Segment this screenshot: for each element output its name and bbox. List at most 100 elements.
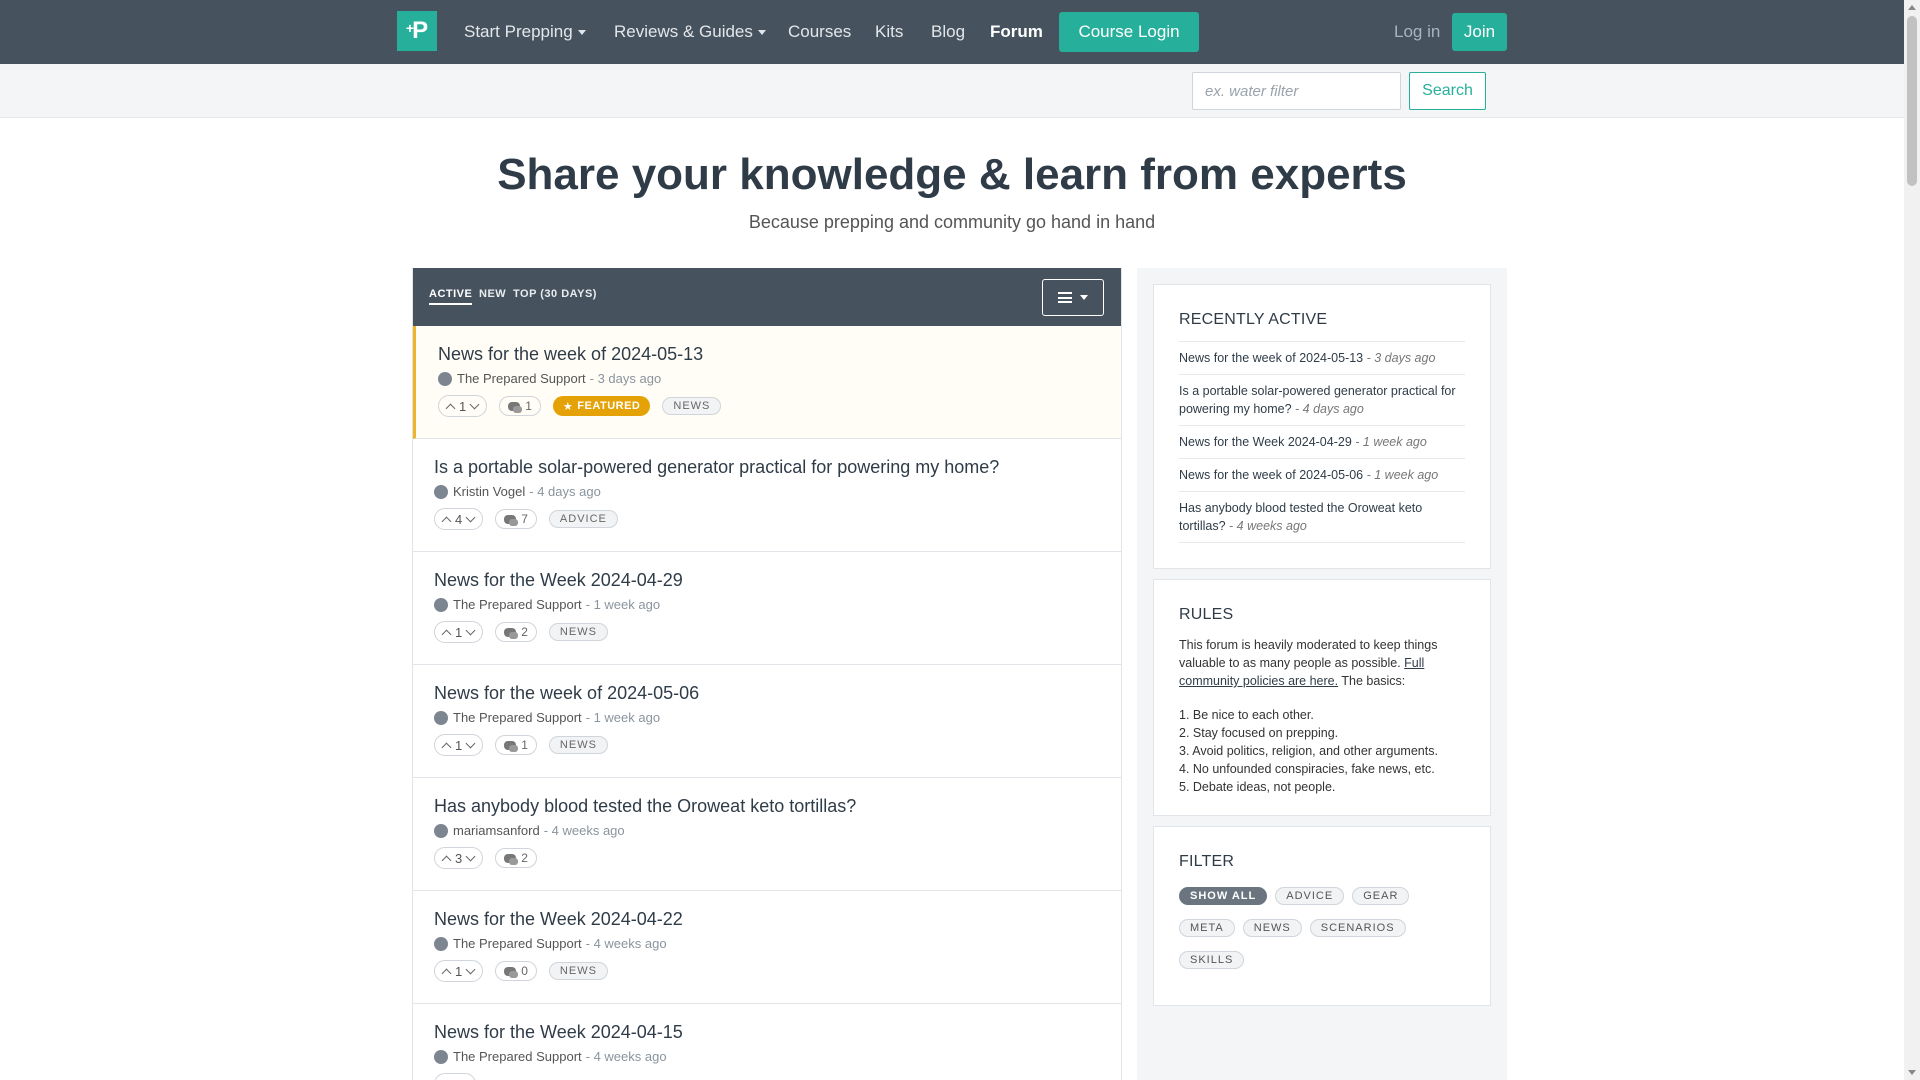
downvote-icon[interactable] <box>465 625 476 635</box>
course-login-button[interactable]: Course Login <box>1059 12 1199 52</box>
list-item[interactable]: News for the Week 2024-04-29 The Prepare… <box>413 552 1121 665</box>
post-tag[interactable]: NEWS <box>548 623 608 641</box>
post-title[interactable]: News for the Week 2024-04-29 <box>434 570 1111 591</box>
downvote-icon[interactable] <box>469 399 480 409</box>
nav-reviews-guides[interactable]: Reviews & Guides <box>614 0 766 64</box>
scroll-up-icon[interactable] <box>1908 5 1916 10</box>
tab-active[interactable]: ACTIVE <box>429 288 473 305</box>
post-author[interactable]: The Prepared Support <box>457 371 586 386</box>
list-item[interactable]: News for the Week 2024-04-15 The Prepare… <box>413 1004 1121 1080</box>
post-title[interactable]: News for the Week 2024-04-22 <box>434 909 1111 930</box>
featured-badge: ★ FEATURED <box>552 396 651 416</box>
vote-count: 4 <box>455 511 463 527</box>
avatar <box>434 823 448 838</box>
nav-courses[interactable]: Courses <box>788 0 851 64</box>
scroll-thumb[interactable] <box>1907 16 1917 186</box>
filter-title: FILTER <box>1179 853 1235 870</box>
rules-intro: This forum is heavily moderated to keep … <box>1179 638 1438 688</box>
downvote-icon[interactable] <box>465 738 476 748</box>
upvote-icon[interactable] <box>445 403 456 413</box>
downvote-icon[interactable] <box>465 964 476 974</box>
recent-item[interactable]: Is a portable solar-powered generator pr… <box>1179 374 1465 425</box>
site-logo[interactable]: + P <box>397 11 437 51</box>
search-button[interactable]: Search <box>1409 72 1486 110</box>
post-time: - 4 weeks ago <box>585 936 667 951</box>
post-title[interactable]: News for the Week 2024-04-15 <box>434 1022 1111 1043</box>
filter-show-all[interactable]: SHOW ALL <box>1179 887 1268 905</box>
rule-item: 4. No unfounded conspiracies, fake news,… <box>1179 762 1435 776</box>
tab-new[interactable]: NEW <box>479 288 506 300</box>
recent-item[interactable]: Has anybody blood tested the Oroweat ket… <box>1179 491 1465 543</box>
nav-forum[interactable]: Forum <box>990 0 1043 64</box>
filter-scenarios[interactable]: SCENARIOS <box>1309 919 1406 937</box>
vote-count: 1 <box>455 963 463 979</box>
upvote-icon[interactable] <box>441 742 452 752</box>
feed-header: ACTIVE NEW TOP (30 DAYS) <box>413 268 1121 326</box>
vote-control: 1 <box>434 734 484 756</box>
filter-skills[interactable]: SKILLS <box>1179 951 1245 969</box>
list-item[interactable]: Has anybody blood tested the Oroweat ket… <box>413 778 1121 891</box>
nav-start-prepping[interactable]: Start Prepping <box>464 0 586 64</box>
post-title[interactable]: Is a portable solar-powered generator pr… <box>434 457 1111 478</box>
upvote-icon[interactable] <box>441 855 452 865</box>
recent-item[interactable]: News for the week of 2024-05-13 - 3 days… <box>1179 341 1465 374</box>
post-author[interactable]: Kristin Vogel <box>453 484 525 499</box>
list-item[interactable]: News for the week of 2024-05-13 The Prep… <box>413 326 1121 439</box>
comments-icon <box>504 627 519 639</box>
page-scrollbar[interactable] <box>1904 0 1920 1080</box>
filter-news[interactable]: NEWS <box>1242 919 1302 937</box>
scroll-down-icon[interactable] <box>1908 1070 1916 1075</box>
post-tag[interactable]: NEWS <box>662 397 722 415</box>
post-title[interactable]: Has anybody blood tested the Oroweat ket… <box>434 796 1111 817</box>
vote-control <box>434 1073 476 1080</box>
post-tag[interactable]: NEWS <box>548 736 608 754</box>
post-author[interactable]: The Prepared Support <box>453 936 582 951</box>
post-author[interactable]: The Prepared Support <box>453 597 582 612</box>
upvote-icon[interactable] <box>441 629 452 639</box>
downvote-icon[interactable] <box>465 512 476 522</box>
recent-item[interactable]: News for the Week 2024-04-29 - 1 week ag… <box>1179 425 1465 458</box>
upvote-icon[interactable] <box>441 516 452 526</box>
post-title[interactable]: News for the week of 2024-05-13 <box>438 344 1111 365</box>
nav-kits[interactable]: Kits <box>875 0 903 64</box>
avatar <box>434 1049 448 1064</box>
filter-meta[interactable]: META <box>1179 919 1235 937</box>
comment-count[interactable]: 0 <box>495 961 537 981</box>
post-author[interactable]: The Prepared Support <box>453 710 582 725</box>
comment-count[interactable]: 2 <box>495 622 537 642</box>
list-item[interactable]: News for the Week 2024-04-22 The Prepare… <box>413 891 1121 1004</box>
chevron-down-icon <box>757 30 766 36</box>
vote-control: 1 <box>434 960 484 982</box>
list-item[interactable]: News for the week of 2024-05-06 The Prep… <box>413 665 1121 778</box>
post-time: - 4 weeks ago <box>585 1049 667 1064</box>
tab-top-30-days[interactable]: TOP (30 DAYS) <box>513 288 597 300</box>
post-author[interactable]: The Prepared Support <box>453 1049 582 1064</box>
avatar <box>434 936 448 951</box>
login-link[interactable]: Log in <box>1394 0 1440 64</box>
comment-count[interactable]: 7 <box>495 509 537 529</box>
filter-gear[interactable]: GEAR <box>1352 887 1410 905</box>
post-tag[interactable]: NEWS <box>548 962 608 980</box>
join-button[interactable]: Join <box>1452 13 1507 51</box>
vote-control: 1 <box>438 395 488 417</box>
vote-count: 1 <box>459 398 467 414</box>
upvote-icon[interactable] <box>441 968 452 978</box>
list-item[interactable]: Is a portable solar-powered generator pr… <box>413 439 1121 552</box>
comment-count[interactable]: 2 <box>495 848 537 868</box>
post-title[interactable]: News for the week of 2024-05-06 <box>434 683 1111 704</box>
search-input[interactable] <box>1192 72 1401 110</box>
comment-count[interactable]: 1 <box>495 735 537 755</box>
post-tag[interactable]: ADVICE <box>548 510 618 528</box>
downvote-icon[interactable] <box>465 851 476 861</box>
chevron-down-icon <box>1080 295 1088 300</box>
view-menu-button[interactable] <box>1042 279 1104 316</box>
comment-count[interactable]: 1 <box>499 396 541 416</box>
page-title: Share your knowledge & learn from expert… <box>497 150 1407 199</box>
comments-icon <box>504 740 519 752</box>
filter-advice[interactable]: ADVICE <box>1275 887 1345 905</box>
nav-blog[interactable]: Blog <box>931 0 965 64</box>
post-author[interactable]: mariamsanford <box>453 823 540 838</box>
top-navbar: + P Start Prepping Reviews & Guides Cours… <box>0 0 1904 64</box>
vote-control: 1 <box>434 621 484 643</box>
recent-item[interactable]: News for the week of 2024-05-06 - 1 week… <box>1179 458 1465 491</box>
